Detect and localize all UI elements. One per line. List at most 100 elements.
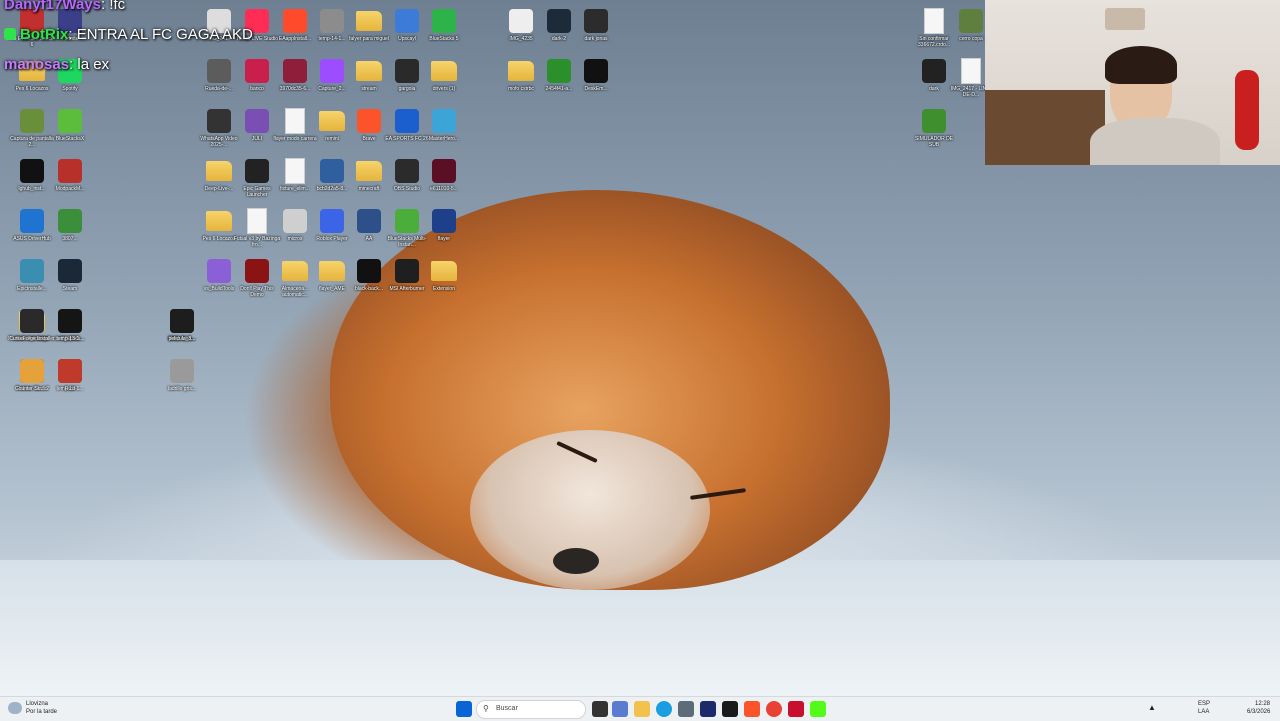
app-icon	[58, 309, 82, 333]
desktop-icon-image[interactable]	[241, 108, 273, 134]
desktop-icon-image[interactable]	[918, 8, 950, 34]
desktop-icon-image[interactable]	[279, 108, 311, 134]
kick-icon[interactable]	[810, 701, 826, 717]
folder-icon	[319, 111, 345, 131]
desktop-icon-image[interactable]	[918, 58, 950, 84]
desktop-icon-label: flayer	[437, 236, 451, 242]
app-icon	[395, 109, 419, 133]
desktop-icon-image[interactable]	[353, 108, 385, 134]
desktop-icon-image[interactable]	[203, 208, 235, 234]
chrome-icon[interactable]	[766, 701, 782, 717]
app-icon	[959, 9, 983, 33]
desktop-icon-image[interactable]	[241, 58, 273, 84]
desktop-icon-image[interactable]	[391, 258, 423, 284]
desktop-icon-image[interactable]	[918, 108, 950, 134]
desktop-icon-image[interactable]	[241, 158, 273, 184]
desktop-icon-image[interactable]	[428, 108, 460, 134]
desktop-icon-image[interactable]	[54, 108, 86, 134]
desktop-icon-image[interactable]	[279, 58, 311, 84]
desktop-icon-image[interactable]	[353, 208, 385, 234]
desktop-icon-label: 3807...	[62, 236, 78, 242]
desktop-icon-image[interactable]	[391, 108, 423, 134]
app-icon	[207, 59, 231, 83]
desktop-icon-image[interactable]	[391, 58, 423, 84]
desktop-icon-image[interactable]	[16, 208, 48, 234]
desktop-icon-image[interactable]	[16, 108, 48, 134]
desktop-icon-image[interactable]	[353, 58, 385, 84]
app-icon	[283, 209, 307, 233]
lang-indicator[interactable]: ESP	[1198, 701, 1210, 708]
desktop-icon-image[interactable]	[166, 358, 198, 384]
taskbar-search[interactable]: ⚲ Buscar	[476, 700, 586, 719]
desktop-icon-image[interactable]	[279, 8, 311, 34]
desktop-icon-image[interactable]	[580, 58, 612, 84]
desktop-icon-image[interactable]	[279, 208, 311, 234]
desktop-icon-image[interactable]	[580, 8, 612, 34]
desktop-icon-image[interactable]	[203, 158, 235, 184]
task-view-icon[interactable]	[592, 701, 608, 717]
desktop-icon-image[interactable]	[428, 208, 460, 234]
desktop-icon-image[interactable]	[505, 8, 537, 34]
desktop-icon-image[interactable]	[241, 258, 273, 284]
desktop-icon-image[interactable]	[54, 358, 86, 384]
app-icon	[922, 59, 946, 83]
chat-text: !fc	[109, 0, 126, 13]
desktop-icon-image[interactable]	[391, 208, 423, 234]
desktop-icon-image[interactable]	[166, 308, 198, 334]
file-explorer-icon[interactable]	[634, 701, 650, 717]
desktop-icon-image[interactable]	[54, 208, 86, 234]
desktop-icon-image[interactable]	[955, 58, 987, 84]
desktop-icon-image[interactable]	[316, 108, 348, 134]
desktop-icon-image[interactable]	[316, 58, 348, 84]
desktop-icon-image[interactable]	[54, 308, 86, 334]
desktop-icon-image[interactable]	[391, 8, 423, 34]
app-icon	[245, 159, 269, 183]
desktop-icon-image[interactable]	[428, 158, 460, 184]
fc-app-icon[interactable]	[700, 701, 716, 717]
clock-time[interactable]: 12:28	[1255, 701, 1270, 708]
chat-text: la ex	[77, 56, 110, 73]
desktop-icon-image[interactable]	[316, 258, 348, 284]
desktop-icon-image[interactable]	[279, 258, 311, 284]
desktop-icon-image[interactable]	[955, 8, 987, 34]
msi-icon[interactable]	[722, 701, 738, 717]
folder-icon	[356, 161, 382, 181]
desktop-icon-image[interactable]	[316, 208, 348, 234]
start-button[interactable]	[456, 701, 472, 717]
obs-icon[interactable]	[788, 701, 804, 717]
desktop-icon-image[interactable]	[543, 58, 575, 84]
desktop-icon-image[interactable]	[16, 358, 48, 384]
desktop-icon-image[interactable]	[203, 108, 235, 134]
calculator-icon[interactable]	[678, 701, 694, 717]
desktop-icon-image[interactable]	[203, 258, 235, 284]
desktop-icon-image[interactable]	[279, 158, 311, 184]
desktop-icon-image[interactable]	[203, 58, 235, 84]
desktop-icon-image[interactable]	[353, 258, 385, 284]
desktop-icon-image[interactable]	[54, 258, 86, 284]
weather-icon[interactable]	[8, 702, 22, 714]
desktop-icon-image[interactable]	[391, 158, 423, 184]
desktop-icon-image[interactable]	[428, 258, 460, 284]
desktop-icon-image[interactable]	[54, 158, 86, 184]
app-icon	[58, 109, 82, 133]
desktop-icon-image[interactable]	[16, 258, 48, 284]
widgets-icon[interactable]	[612, 701, 628, 717]
desktop-icon-image[interactable]	[241, 208, 273, 234]
desktop-icon-image[interactable]	[316, 158, 348, 184]
edge-icon[interactable]	[656, 701, 672, 717]
desktop-icon-image[interactable]	[543, 8, 575, 34]
brave-icon[interactable]	[744, 701, 760, 717]
desktop-icon-image[interactable]	[16, 158, 48, 184]
desktop-icon-label: Spotify	[62, 86, 78, 92]
desktop-icon-image[interactable]	[505, 58, 537, 84]
desktop-icon-image[interactable]	[428, 58, 460, 84]
desktop-icon-image[interactable]	[316, 8, 348, 34]
desktop-icon-image[interactable]	[428, 8, 460, 34]
desktop-icon-image[interactable]	[16, 308, 48, 334]
app-icon	[432, 9, 456, 33]
chat-username: Danyf17Ways	[4, 0, 101, 13]
weather-desc: Por la tarde	[26, 709, 58, 715]
desktop-icon-image[interactable]	[353, 158, 385, 184]
desktop-icon-image[interactable]	[353, 8, 385, 34]
tray-overflow-icon[interactable]: ▲	[1148, 704, 1156, 712]
